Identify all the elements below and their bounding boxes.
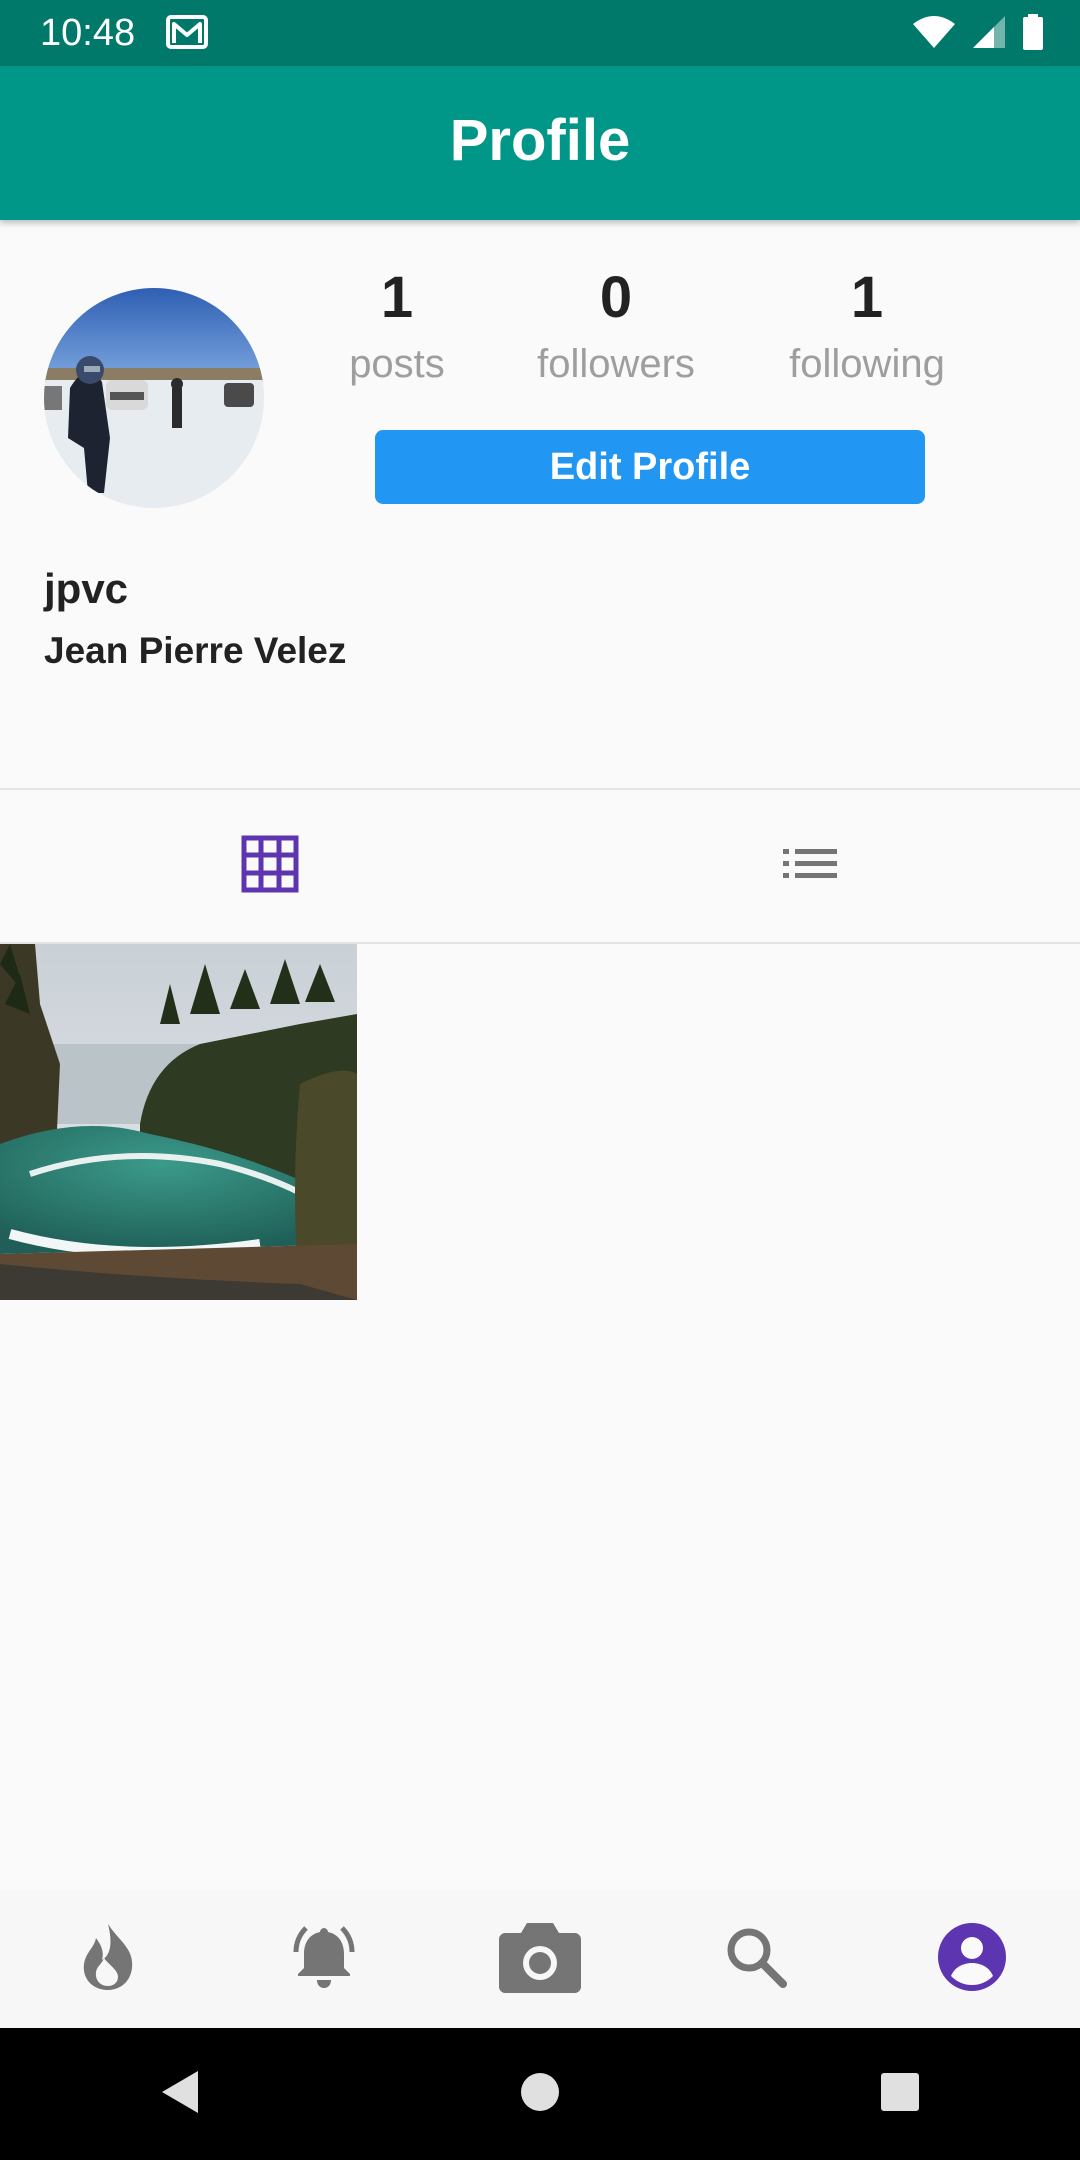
coastline-photo [0, 944, 357, 1300]
followers-label: followers [537, 342, 695, 386]
nav-home[interactable] [48, 1899, 168, 2019]
avatar-photo [44, 288, 264, 508]
home-button[interactable] [490, 2044, 590, 2144]
flame-icon [78, 1922, 138, 1997]
nav-search[interactable] [696, 1899, 816, 2019]
stat-followers[interactable]: 0 followers [506, 260, 726, 392]
edit-profile-button[interactable]: Edit Profile [375, 430, 925, 504]
home-circle-icon [520, 2072, 560, 2117]
full-name: Jean Pierre Velez [44, 630, 347, 671]
following-count: 1 [850, 265, 884, 330]
bell-ringing-icon [288, 1922, 360, 1997]
status-time: 10:48 [40, 12, 136, 54]
recents-button[interactable] [850, 2044, 950, 2144]
back-triangle-icon [160, 2069, 200, 2120]
list-icon [783, 847, 837, 886]
avatar[interactable] [44, 288, 264, 508]
bottom-navigation [0, 1890, 1080, 2028]
wifi-icon [912, 15, 956, 54]
post-thumbnail[interactable] [0, 944, 357, 1300]
username: jpvc [44, 565, 129, 612]
following-label: following [789, 342, 945, 386]
nav-notifications[interactable] [264, 1899, 384, 2019]
account-circle-icon [937, 1922, 1007, 1997]
gmail-notification-icon [166, 15, 208, 54]
followers-count: 0 [599, 265, 633, 330]
nav-camera[interactable] [480, 1899, 600, 2019]
tab-list-view[interactable] [540, 790, 1080, 942]
status-bar: 10:48 [0, 0, 1080, 66]
grid-icon [241, 835, 299, 898]
recents-square-icon [880, 2072, 920, 2117]
posts-label: posts [349, 342, 445, 386]
system-navigation-bar [0, 2028, 1080, 2160]
tab-grid-view[interactable] [0, 790, 540, 942]
back-button[interactable] [130, 2044, 230, 2144]
page-title: Profile [449, 108, 631, 173]
posts-count: 1 [380, 265, 414, 330]
battery-icon [1022, 14, 1044, 55]
app-bar: Profile [0, 66, 1080, 220]
stat-following[interactable]: 1 following [757, 260, 977, 392]
cell-signal-icon [972, 15, 1006, 54]
nav-profile[interactable] [912, 1899, 1032, 2019]
search-icon [725, 1926, 787, 1993]
camera-icon [499, 1921, 581, 1998]
stat-posts[interactable]: 1 posts [287, 260, 507, 392]
